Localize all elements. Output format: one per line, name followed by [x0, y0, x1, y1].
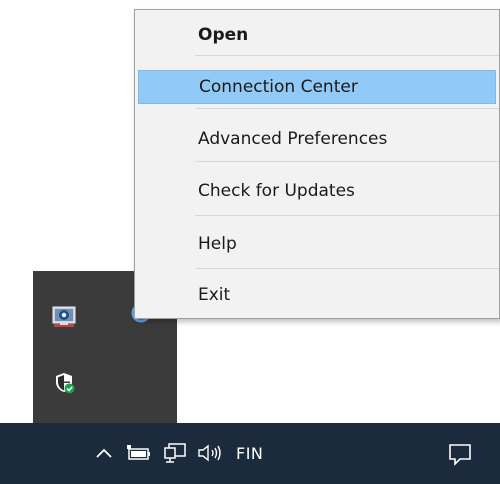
menu-item-label: Exit	[198, 285, 231, 305]
network-icon[interactable]	[162, 441, 188, 465]
taskbar: FIN	[0, 423, 500, 484]
battery-icon[interactable]	[125, 441, 153, 465]
menu-item-label: Help	[198, 234, 237, 254]
menu-item-label: Connection Center	[199, 77, 358, 97]
menu-separator	[195, 55, 499, 56]
windows-security-icon[interactable]	[50, 369, 78, 397]
menu-item-check-for-updates[interactable]: Check for Updates	[136, 174, 499, 208]
menu-item-exit[interactable]: Exit	[136, 278, 499, 312]
menu-separator	[195, 215, 499, 216]
volume-icon[interactable]	[195, 441, 225, 465]
context-menu: Open Connection Center Advanced Preferen…	[134, 9, 500, 319]
chevron-up-icon[interactable]	[92, 441, 116, 465]
menu-item-label: Open	[198, 25, 249, 45]
notification-icon[interactable]	[446, 440, 474, 468]
menu-item-label: Check for Updates	[198, 181, 355, 201]
menu-item-connection-center[interactable]: Connection Center	[138, 70, 496, 104]
language-indicator[interactable]: FIN	[236, 443, 263, 465]
menu-item-label: Advanced Preferences	[198, 129, 388, 149]
menu-separator	[195, 108, 499, 109]
menu-separator	[195, 268, 499, 269]
menu-item-help[interactable]: Help	[136, 227, 499, 261]
menu-item-open[interactable]: Open	[136, 18, 499, 52]
menu-item-advanced-preferences[interactable]: Advanced Preferences	[136, 122, 499, 156]
citrix-workspace-icon[interactable]	[50, 303, 78, 331]
menu-separator	[195, 161, 499, 162]
